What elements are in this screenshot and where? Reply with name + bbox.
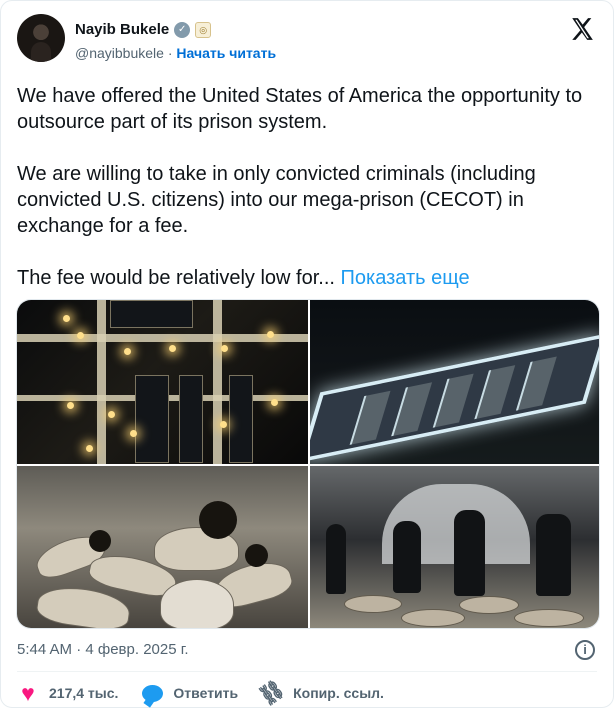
author-handle-row: @nayibbukele · Начать читать <box>75 44 276 62</box>
tweet-actions: ♥ 217,4 тыс. Ответить ⛓ Копир. ссыл. <box>17 677 407 710</box>
tweet-paragraph-1: We have offered the United States of Ame… <box>17 85 588 133</box>
reply-icon <box>141 682 163 704</box>
prison-complex-lights-image[interactable] <box>310 300 599 464</box>
follow-link[interactable]: Начать читать <box>176 45 276 61</box>
author-name[interactable]: Nayib Bukele <box>75 21 169 39</box>
show-more-link[interactable]: Показать еще <box>341 267 470 289</box>
verified-check-icon: ✓ <box>174 22 191 38</box>
media-grid <box>16 299 600 629</box>
like-count: 217,4 тыс. <box>49 685 119 701</box>
author-info: Nayib Bukele ✓ ◎ @nayibbukele · Начать ч… <box>75 21 276 62</box>
divider <box>17 671 597 672</box>
avatar[interactable] <box>17 14 65 62</box>
x-logo-icon[interactable] <box>569 16 595 42</box>
tweet-paragraph-3: The fee would be relatively low for... <box>17 267 335 289</box>
heart-icon: ♥ <box>21 680 35 706</box>
tweet-paragraph-2: We are willing to take in only convicted… <box>17 163 542 237</box>
reply-label: Ответить <box>173 685 239 701</box>
author-handle[interactable]: @nayibbukele <box>75 45 164 61</box>
tweet-text: We have offered the United States of Ame… <box>17 83 587 291</box>
government-seal-icon: ◎ <box>195 22 212 38</box>
reply-button[interactable]: Ответить <box>141 681 238 705</box>
handle-separator: · <box>167 45 173 61</box>
tweet-card: Nayib Bukele ✓ ◎ @nayibbukele · Начать ч… <box>0 0 614 710</box>
copy-link-label: Копир. ссыл. <box>293 685 384 701</box>
copy-link-button[interactable]: ⛓ Копир. ссыл. <box>255 677 384 710</box>
inmates-crowded-image[interactable] <box>17 466 308 628</box>
aerial-prison-night-image[interactable] <box>17 300 308 464</box>
tweet-timestamp[interactable]: 5:44 AM · 4 февр. 2025 г. <box>17 641 189 658</box>
tweet-header: Nayib Bukele ✓ ◎ @nayibbukele · Начать ч… <box>17 14 597 70</box>
like-button[interactable]: ♥ 217,4 тыс. <box>17 681 118 705</box>
tweet-meta: 5:44 AM · 4 февр. 2025 г. i <box>17 640 597 660</box>
author-name-row: Nayib Bukele ✓ ◎ <box>75 21 276 39</box>
guards-and-inmates-hall-image[interactable] <box>310 466 599 628</box>
link-icon: ⛓ <box>255 676 289 710</box>
info-icon[interactable]: i <box>575 640 595 660</box>
